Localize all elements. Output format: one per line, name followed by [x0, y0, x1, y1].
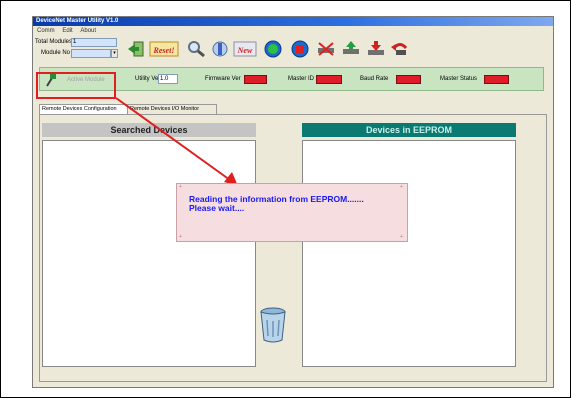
popup-corner-icon: +: [400, 184, 403, 190]
popup-corner-icon: +: [179, 234, 182, 240]
popup-corner-icon: +: [179, 184, 182, 190]
loading-popup: + + + + Reading the information from EEP…: [176, 183, 408, 242]
popup-message: Reading the information from EEPROM.....…: [189, 195, 364, 213]
popup-line-2: Please wait....: [189, 203, 245, 213]
popup-corner-icon: +: [400, 234, 403, 240]
